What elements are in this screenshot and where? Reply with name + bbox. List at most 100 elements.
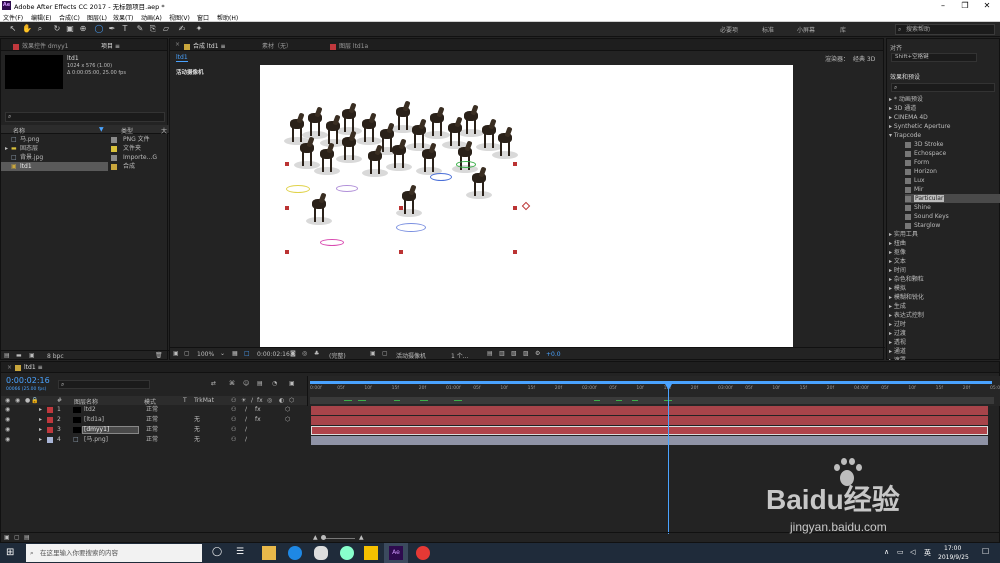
- current-time[interactable]: 0:00:02:16: [257, 351, 290, 358]
- layer-switches-icon[interactable]: ▣: [4, 534, 10, 541]
- menu-layer[interactable]: 图层(L): [87, 13, 107, 22]
- keyframe-marker[interactable]: [344, 400, 352, 401]
- quality-switch-icon[interactable]: ∕: [245, 435, 247, 445]
- tab-layer[interactable]: 图层 ltd1a: [330, 41, 368, 50]
- tab-project[interactable]: 项目 ≡: [101, 41, 120, 50]
- emitter-handle[interactable]: [285, 162, 289, 166]
- effect-item[interactable]: Sound Keys: [905, 212, 949, 221]
- visibility-eye-icon[interactable]: ◉: [5, 415, 10, 425]
- column-name[interactable]: 名称: [13, 126, 25, 135]
- effects-category[interactable]: ▸ * 动画预设: [889, 95, 923, 104]
- trkmat-dropdown[interactable]: 无: [194, 415, 200, 425]
- quality-switch-icon[interactable]: ∕: [245, 425, 247, 435]
- menu-effect[interactable]: 效果(T): [113, 13, 133, 22]
- effect-switch-icon[interactable]: fx: [255, 405, 261, 415]
- tab-effect-controls[interactable]: 效果控件 dmyy1: [13, 41, 68, 50]
- motion-blur-icon[interactable]: ◔: [272, 380, 277, 387]
- pen-tool-icon[interactable]: ✒: [107, 24, 117, 34]
- comp-mini-flowchart-icon[interactable]: ⇄: [211, 380, 216, 387]
- quality-switch-icon[interactable]: ∕: [245, 405, 247, 415]
- menu-animation[interactable]: 动画(A): [141, 13, 162, 22]
- emitter-handle[interactable]: [285, 206, 289, 210]
- graph-editor-icon[interactable]: ▣: [289, 380, 295, 387]
- ime-indicator[interactable]: 英: [924, 548, 931, 558]
- hand-tool-icon[interactable]: ✋: [22, 24, 32, 34]
- shy-switch-icon[interactable]: ⚇: [231, 435, 236, 445]
- app-icon[interactable]: [340, 546, 354, 560]
- emitter-handle[interactable]: [513, 162, 517, 166]
- layer-label-color[interactable]: [47, 417, 53, 423]
- layer-duration-bar-selected[interactable]: [311, 426, 988, 435]
- effects-category[interactable]: ▸ 遮罩: [889, 356, 906, 360]
- new-folder-icon[interactable]: ▬: [16, 352, 22, 359]
- menu-view[interactable]: 视图(V): [169, 13, 190, 22]
- volume-icon[interactable]: ◁: [910, 548, 915, 556]
- 3d-layer-switch-icon[interactable]: ⬡: [285, 405, 290, 415]
- transfer-controls-icon[interactable]: ▢: [14, 534, 20, 541]
- windows-start-icon[interactable]: ⊞: [6, 547, 14, 558]
- effect-item[interactable]: Form: [905, 158, 929, 167]
- trkmat-dropdown[interactable]: 无: [194, 435, 200, 445]
- effect-item[interactable]: 3D Stroke: [905, 140, 943, 149]
- timeline-zoom-slider[interactable]: [325, 538, 355, 539]
- effects-category-trapcode[interactable]: ▾ Trapcode: [889, 131, 921, 140]
- disclosure-arrow-icon[interactable]: ▸: [5, 144, 8, 153]
- shortcut-search-input[interactable]: Shift+空格键: [891, 53, 977, 62]
- clock-date[interactable]: 2019/9/25: [938, 554, 969, 561]
- twirl-arrow-icon[interactable]: ▸: [39, 425, 42, 435]
- project-item-selected[interactable]: ▣ ltd1: [1, 162, 108, 171]
- effects-category[interactable]: ▸ 模拟: [889, 284, 906, 293]
- timeline-search-input[interactable]: ⌕: [58, 380, 150, 389]
- always-preview-icon[interactable]: ▣: [173, 350, 179, 357]
- trkmat-dropdown[interactable]: 无: [194, 425, 200, 435]
- rotate-tool-icon[interactable]: ↻: [52, 24, 62, 34]
- keyframe-marker[interactable]: [454, 400, 462, 401]
- timeline-icon[interactable]: ▧: [511, 350, 517, 357]
- resolution-dropdown[interactable]: (完整): [329, 351, 346, 360]
- grid-icon[interactable]: ▦: [232, 350, 238, 357]
- zoom-in-icon[interactable]: ▲: [359, 534, 364, 541]
- effects-category[interactable]: ▸ 过渡: [889, 329, 906, 338]
- twirl-arrow-icon[interactable]: ▸: [39, 405, 42, 415]
- timeline-layer-row[interactable]: ◉ ▸ 2 [ltd1a] 正常 无 ⚇ ∕ fx ⬡: [1, 415, 307, 425]
- cortana-icon[interactable]: ◯: [212, 547, 222, 557]
- selection-tool-icon[interactable]: ↖: [8, 24, 18, 34]
- project-search-input[interactable]: ⌕: [5, 112, 165, 122]
- clock-time[interactable]: 17:00: [944, 545, 961, 552]
- zoom-dropdown[interactable]: 100%: [197, 351, 214, 358]
- text-tool-icon[interactable]: T: [120, 24, 130, 34]
- layer-mode-dropdown[interactable]: 正常: [146, 425, 158, 435]
- visibility-eye-icon[interactable]: ◉: [5, 425, 10, 435]
- effect-item-selected[interactable]: Particular: [905, 194, 1000, 203]
- layer-mode-dropdown[interactable]: 正常: [146, 435, 158, 445]
- ellipse-tool-icon[interactable]: ◯: [94, 24, 104, 34]
- effect-item[interactable]: Echospace: [905, 149, 946, 158]
- tab-composition[interactable]: 合成 ltd1 ≡: [184, 41, 226, 50]
- renderer-value[interactable]: 经典 3D: [853, 54, 875, 63]
- frame-blending-icon[interactable]: ▤: [257, 380, 263, 387]
- fast-preview-icon[interactable]: ▥: [499, 350, 505, 357]
- interpret-footage-icon[interactable]: ▤: [4, 352, 10, 359]
- bit-depth-label[interactable]: 8 bpc: [47, 353, 64, 360]
- timeline-layer-row[interactable]: ◉ ▸ 1 ltd2 正常 ⚇ ∕ fx ⬡: [1, 405, 307, 415]
- color-channel-icon[interactable]: ♣: [314, 350, 319, 357]
- new-composition-icon[interactable]: ▣: [29, 352, 35, 359]
- layer-label-color[interactable]: [47, 427, 53, 433]
- layer-name[interactable]: [ltd1a]: [84, 415, 104, 425]
- taskbar-search-input[interactable]: ⌕ 在这里输入你要搜索的内容: [26, 544, 202, 562]
- effect-item[interactable]: Lux: [905, 176, 925, 185]
- maximize-button[interactable]: ❐: [954, 0, 976, 11]
- menu-window[interactable]: 窗口: [197, 13, 209, 22]
- after-effects-taskbar-icon[interactable]: Ae: [389, 546, 403, 560]
- keyframe-marker[interactable]: [616, 400, 622, 401]
- minimize-button[interactable]: –: [932, 0, 954, 11]
- app-icon[interactable]: [364, 546, 378, 560]
- effect-item[interactable]: Horizon: [905, 167, 937, 176]
- 3d-layer-switch-icon[interactable]: ⬡: [285, 415, 290, 425]
- effect-item[interactable]: Mir: [905, 185, 923, 194]
- work-area-bar[interactable]: [310, 381, 992, 384]
- keyframe-marker[interactable]: [394, 400, 400, 401]
- layer-label-color[interactable]: [47, 407, 53, 413]
- layer-mode-dropdown[interactable]: 正常: [146, 415, 158, 425]
- views-dropdown[interactable]: 1 个...: [451, 351, 468, 360]
